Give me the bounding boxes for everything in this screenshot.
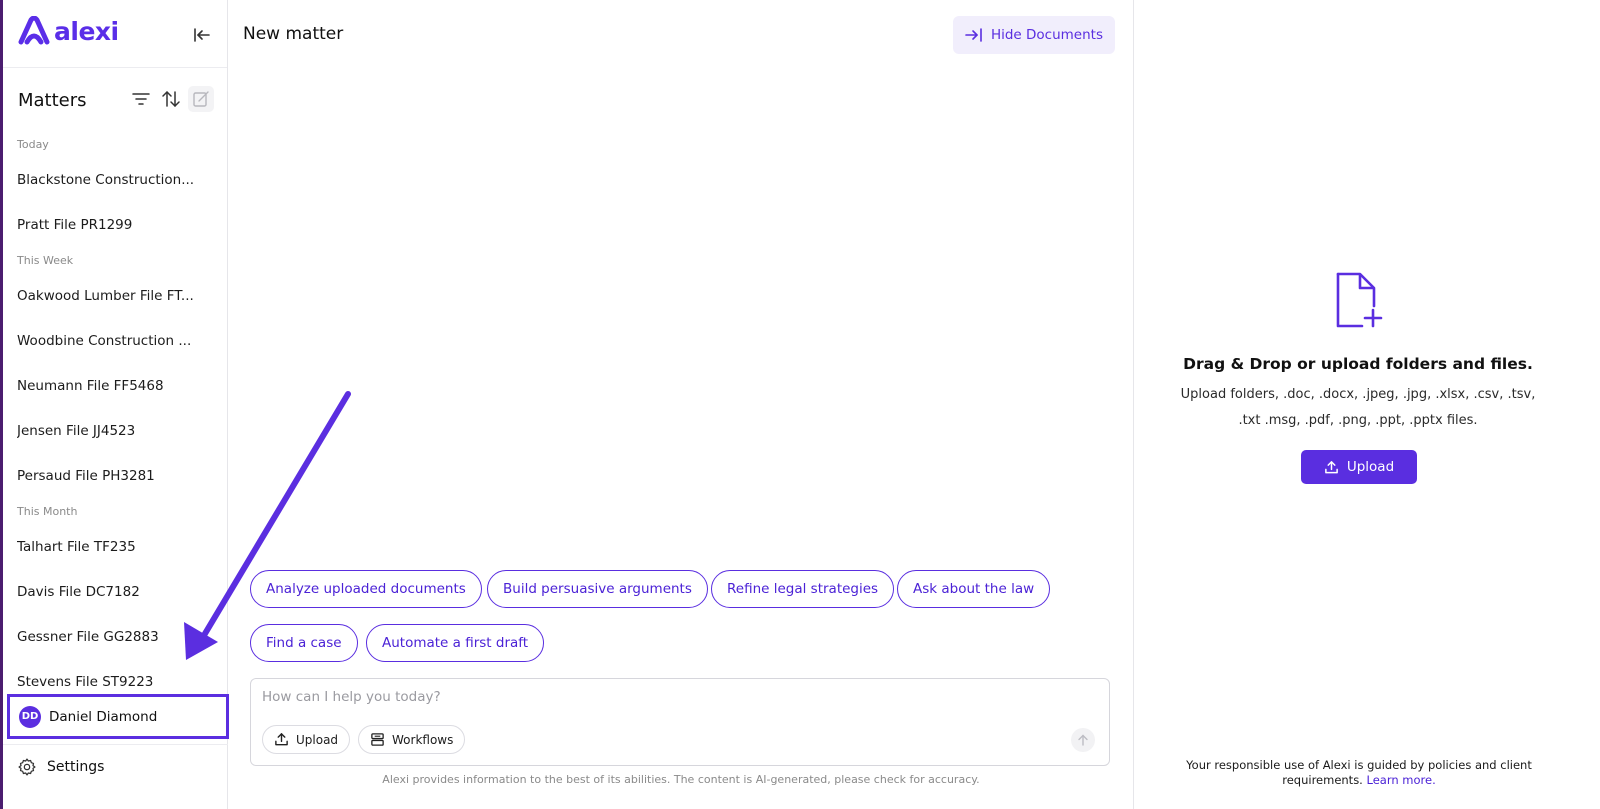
main-chat-area: New matter Hide Documents Analyze upload… bbox=[228, 0, 1134, 809]
collapse-sidebar-button[interactable] bbox=[191, 24, 213, 46]
sidebar-divider bbox=[3, 744, 228, 745]
workflows-label: Workflows bbox=[392, 732, 454, 747]
new-matter-button[interactable] bbox=[188, 86, 214, 112]
documents-panel: Drag & Drop or upload folders and files.… bbox=[1134, 0, 1600, 809]
send-button[interactable] bbox=[1071, 728, 1095, 752]
page-title: New matter bbox=[243, 24, 344, 44]
document-add-icon bbox=[1336, 272, 1383, 328]
filter-icon bbox=[132, 93, 150, 105]
matters-header: Matters bbox=[18, 86, 218, 114]
policy-notice: Your responsible use of Alexi is guided … bbox=[1174, 758, 1544, 788]
upload-files-label: Upload bbox=[1346, 459, 1395, 475]
matter-item[interactable]: Talhart File TF235 bbox=[17, 539, 197, 555]
settings-gear-icon bbox=[18, 758, 36, 776]
sidebar-header: alexi bbox=[3, 0, 227, 68]
matters-title: Matters bbox=[18, 89, 87, 111]
suggestion-chip[interactable]: Build persuasive arguments bbox=[487, 570, 708, 608]
composer-upload-button[interactable]: Upload bbox=[262, 725, 351, 754]
sort-button[interactable] bbox=[158, 86, 184, 112]
upload-icon bbox=[275, 733, 288, 746]
hide-documents-button[interactable]: Hide Documents bbox=[952, 16, 1115, 54]
logo[interactable]: alexi bbox=[17, 16, 119, 46]
matter-item[interactable]: Gessner File GG2883 bbox=[17, 629, 197, 645]
group-label-today: Today bbox=[17, 138, 49, 151]
settings-button[interactable]: Settings bbox=[17, 757, 104, 777]
user-profile-button[interactable]: DD Daniel Diamond bbox=[7, 694, 229, 739]
group-label-this-week: This Week bbox=[17, 254, 74, 267]
workflows-icon bbox=[371, 733, 384, 746]
user-name: Daniel Diamond bbox=[49, 708, 158, 725]
sort-icon bbox=[162, 91, 180, 107]
new-matter-icon bbox=[193, 91, 209, 107]
upload-icon bbox=[1324, 460, 1338, 473]
suggestion-chip[interactable]: Refine legal strategies bbox=[711, 570, 895, 608]
workflows-button[interactable]: Workflows bbox=[358, 725, 466, 754]
suggestion-chip[interactable]: Find a case bbox=[250, 624, 358, 662]
matter-item[interactable]: Neumann File FF5468 bbox=[17, 378, 197, 394]
suggestion-chip[interactable]: Automate a first draft bbox=[366, 624, 545, 662]
filter-button[interactable] bbox=[128, 86, 154, 112]
upload-files-button[interactable]: Upload bbox=[1301, 450, 1417, 484]
matter-item[interactable]: Blackstone Construction... bbox=[17, 172, 197, 188]
matter-item[interactable]: Persaud File PH3281 bbox=[17, 468, 197, 484]
group-label-this-month: This Month bbox=[17, 505, 78, 518]
send-arrow-icon bbox=[1078, 734, 1088, 746]
logo-text: alexi bbox=[54, 16, 119, 46]
matter-item[interactable]: Stevens File ST9223 bbox=[17, 674, 197, 690]
policy-text: Your responsible use of Alexi is guided … bbox=[1186, 758, 1532, 787]
suggestion-chip[interactable]: Ask about the law bbox=[897, 570, 1051, 608]
avatar: DD bbox=[19, 705, 41, 728]
matter-item[interactable]: Davis File DC7182 bbox=[17, 584, 197, 600]
matter-item[interactable]: Oakwood Lumber File FT... bbox=[17, 288, 197, 304]
alexi-logo-icon bbox=[18, 16, 50, 45]
matter-item[interactable]: Woodbine Construction ... bbox=[17, 333, 197, 349]
hide-documents-label: Hide Documents bbox=[990, 27, 1103, 43]
chat-input[interactable] bbox=[262, 689, 1062, 705]
hide-documents-icon bbox=[965, 28, 982, 42]
chat-composer: Upload Workflows bbox=[250, 678, 1110, 766]
settings-label: Settings bbox=[47, 759, 105, 775]
matter-item[interactable]: Jensen File JJ4523 bbox=[17, 423, 197, 439]
ai-disclaimer: Alexi provides information to the best o… bbox=[382, 773, 980, 786]
matters-tools bbox=[128, 86, 214, 112]
drag-drop-title: Drag & Drop or upload folders and files. bbox=[1183, 355, 1533, 373]
matter-item[interactable]: Pratt File PR1299 bbox=[17, 217, 197, 233]
collapse-sidebar-icon bbox=[194, 28, 210, 42]
composer-upload-label: Upload bbox=[296, 732, 339, 747]
drag-drop-subtitle: Upload folders, .doc, .docx, .jpeg, .jpg… bbox=[1180, 387, 1536, 428]
suggestion-chip[interactable]: Analyze uploaded documents bbox=[250, 570, 482, 608]
learn-more-link[interactable]: Learn more. bbox=[1367, 773, 1436, 787]
sidebar: alexi Matters Today Blackstone Construct… bbox=[0, 0, 229, 809]
